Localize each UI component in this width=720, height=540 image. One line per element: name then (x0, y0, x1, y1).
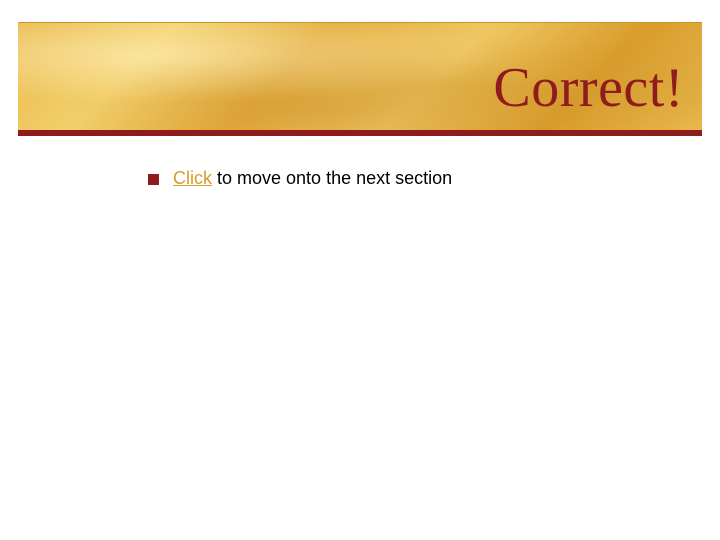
bullet-text: Click to move onto the next section (173, 168, 452, 190)
square-bullet-icon (148, 174, 159, 185)
slide-title: Correct! (493, 56, 684, 120)
header-underline (18, 130, 702, 136)
content-area: Click to move onto the next section (148, 168, 684, 190)
bullet-rest-text: to move onto the next section (212, 168, 452, 188)
slide: Correct! Click to move onto the next sec… (0, 0, 720, 540)
bullet-item: Click to move onto the next section (148, 168, 684, 190)
next-section-link[interactable]: Click (173, 168, 212, 188)
